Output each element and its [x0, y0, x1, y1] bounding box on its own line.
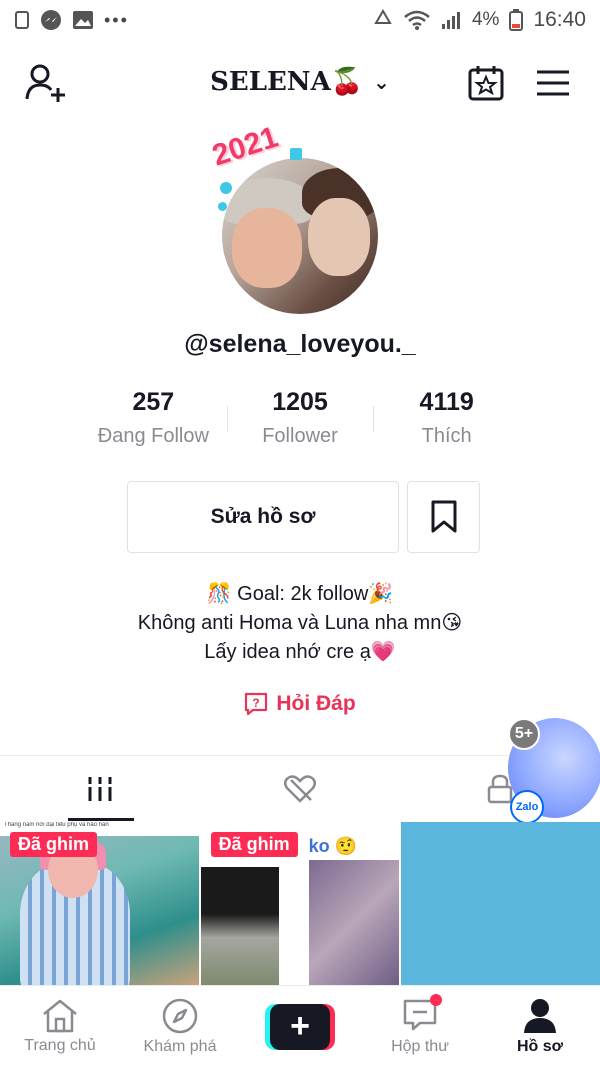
- bio-line: Không anti Homa và Luna nha mn😘: [137, 612, 463, 634]
- calendar-star-icon[interactable]: [468, 65, 504, 101]
- qa-label: Hỏi Đáp: [276, 692, 356, 715]
- zalo-badge: 5+: [508, 718, 540, 750]
- liked-hidden-icon: [284, 774, 316, 803]
- sim-icon: [15, 11, 29, 29]
- avatar-container[interactable]: 2021: [208, 121, 388, 320]
- status-right: 4% 16:40: [372, 8, 586, 32]
- favorites-button[interactable]: [407, 481, 480, 553]
- nav-label: Khám phá: [143, 1037, 217, 1055]
- svg-text:?: ?: [253, 696, 260, 710]
- bio: 🎊 Goal: 2k follow🎉 Không anti Homa và Lu…: [0, 580, 600, 667]
- qa-link[interactable]: ? Hỏi Đáp: [0, 692, 600, 716]
- top-nav: SELENA🍒 ⌄: [0, 55, 600, 111]
- stat-label: Follower: [262, 425, 338, 447]
- signal-icon: [441, 12, 460, 29]
- nav-create[interactable]: +: [240, 986, 360, 1067]
- sticker-bubble: [220, 182, 232, 194]
- pinned-badge: Đã ghim: [10, 832, 98, 857]
- question-bubble-icon: ?: [245, 692, 268, 716]
- avatar[interactable]: [222, 158, 378, 314]
- stat-value: 257: [132, 388, 175, 416]
- nav-home[interactable]: Trang chủ: [0, 986, 120, 1067]
- recycle-icon: [374, 9, 392, 24]
- video-thumbnail[interactable]: Thẳng nam nơi đại tiểu phụ và háo hán Đã…: [0, 822, 199, 985]
- nav-profile[interactable]: Hồ sơ: [480, 986, 600, 1067]
- clock: 16:40: [533, 8, 586, 31]
- pinned-badge: Đã ghim: [210, 832, 298, 857]
- battery-percent: 4%: [471, 9, 500, 30]
- nav-label: Hộp thư: [391, 1037, 449, 1055]
- stat-label: Đang Follow: [97, 425, 209, 447]
- video-grid: Thẳng nam nơi đại tiểu phụ và háo hán Đã…: [0, 822, 600, 985]
- gallery-icon: [73, 11, 93, 29]
- stat-followers[interactable]: 1205 Follower: [226, 388, 374, 458]
- wifi-icon: [404, 10, 430, 30]
- stat-label: Thích: [421, 425, 472, 447]
- tab-liked[interactable]: [200, 756, 400, 821]
- home-icon: [43, 999, 77, 1032]
- account-switcher[interactable]: SELENA🍒 ⌄: [0, 67, 600, 97]
- nav-discover[interactable]: Khám phá: [120, 986, 240, 1067]
- stat-following[interactable]: 257 Đang Follow: [80, 388, 227, 458]
- status-left: •••: [14, 9, 129, 31]
- compass-icon: [162, 998, 198, 1033]
- page-title: SELENA🍒: [210, 67, 364, 97]
- bio-line: 🎊 Goal: 2k follow🎉: [206, 583, 394, 605]
- notification-dot: [430, 994, 442, 1006]
- profile-stats: 257 Đang Follow 1205 Follower 4119 Thích: [80, 388, 520, 458]
- chevron-down-icon: ⌄: [373, 70, 390, 94]
- battery-icon: [509, 9, 524, 31]
- messenger-icon: [41, 10, 61, 30]
- stat-value: 1205: [272, 388, 328, 416]
- nav-label: Hồ sơ: [516, 1037, 564, 1055]
- video-caption: ko 🤨: [308, 836, 358, 856]
- nav-label: Trang chủ: [24, 1036, 96, 1054]
- video-thumbnail[interactable]: ko 🤨 Đã ghim: [200, 822, 400, 985]
- more-notifications-icon: •••: [104, 9, 129, 30]
- zalo-logo: Zalo: [510, 790, 544, 824]
- status-bar: ••• 4% 16:40: [0, 0, 600, 40]
- grid-icon: [88, 776, 112, 801]
- menu-icon[interactable]: [536, 69, 570, 97]
- video-thumbnail[interactable]: [401, 822, 600, 985]
- profile-icon: [524, 998, 556, 1033]
- bio-line: Lấy idea nhớ cre ạ💗: [204, 641, 396, 663]
- nav-inbox[interactable]: Hộp thư: [360, 986, 480, 1067]
- edit-profile-button[interactable]: Sửa hồ sơ: [127, 481, 399, 553]
- tab-videos[interactable]: [0, 756, 200, 821]
- bottom-nav: Trang chủ Khám phá + Hộp thư Hồ sơ: [0, 985, 600, 1067]
- bookmark-icon: [431, 500, 456, 533]
- create-button[interactable]: +: [265, 1003, 335, 1050]
- stat-likes[interactable]: 4119 Thích: [373, 388, 520, 458]
- username: @selena_loveyou._: [184, 330, 416, 358]
- plus-icon: +: [270, 1003, 330, 1050]
- sticker-bubble: [218, 202, 227, 211]
- sticker-bubble: [290, 148, 302, 160]
- stat-value: 4119: [419, 388, 474, 416]
